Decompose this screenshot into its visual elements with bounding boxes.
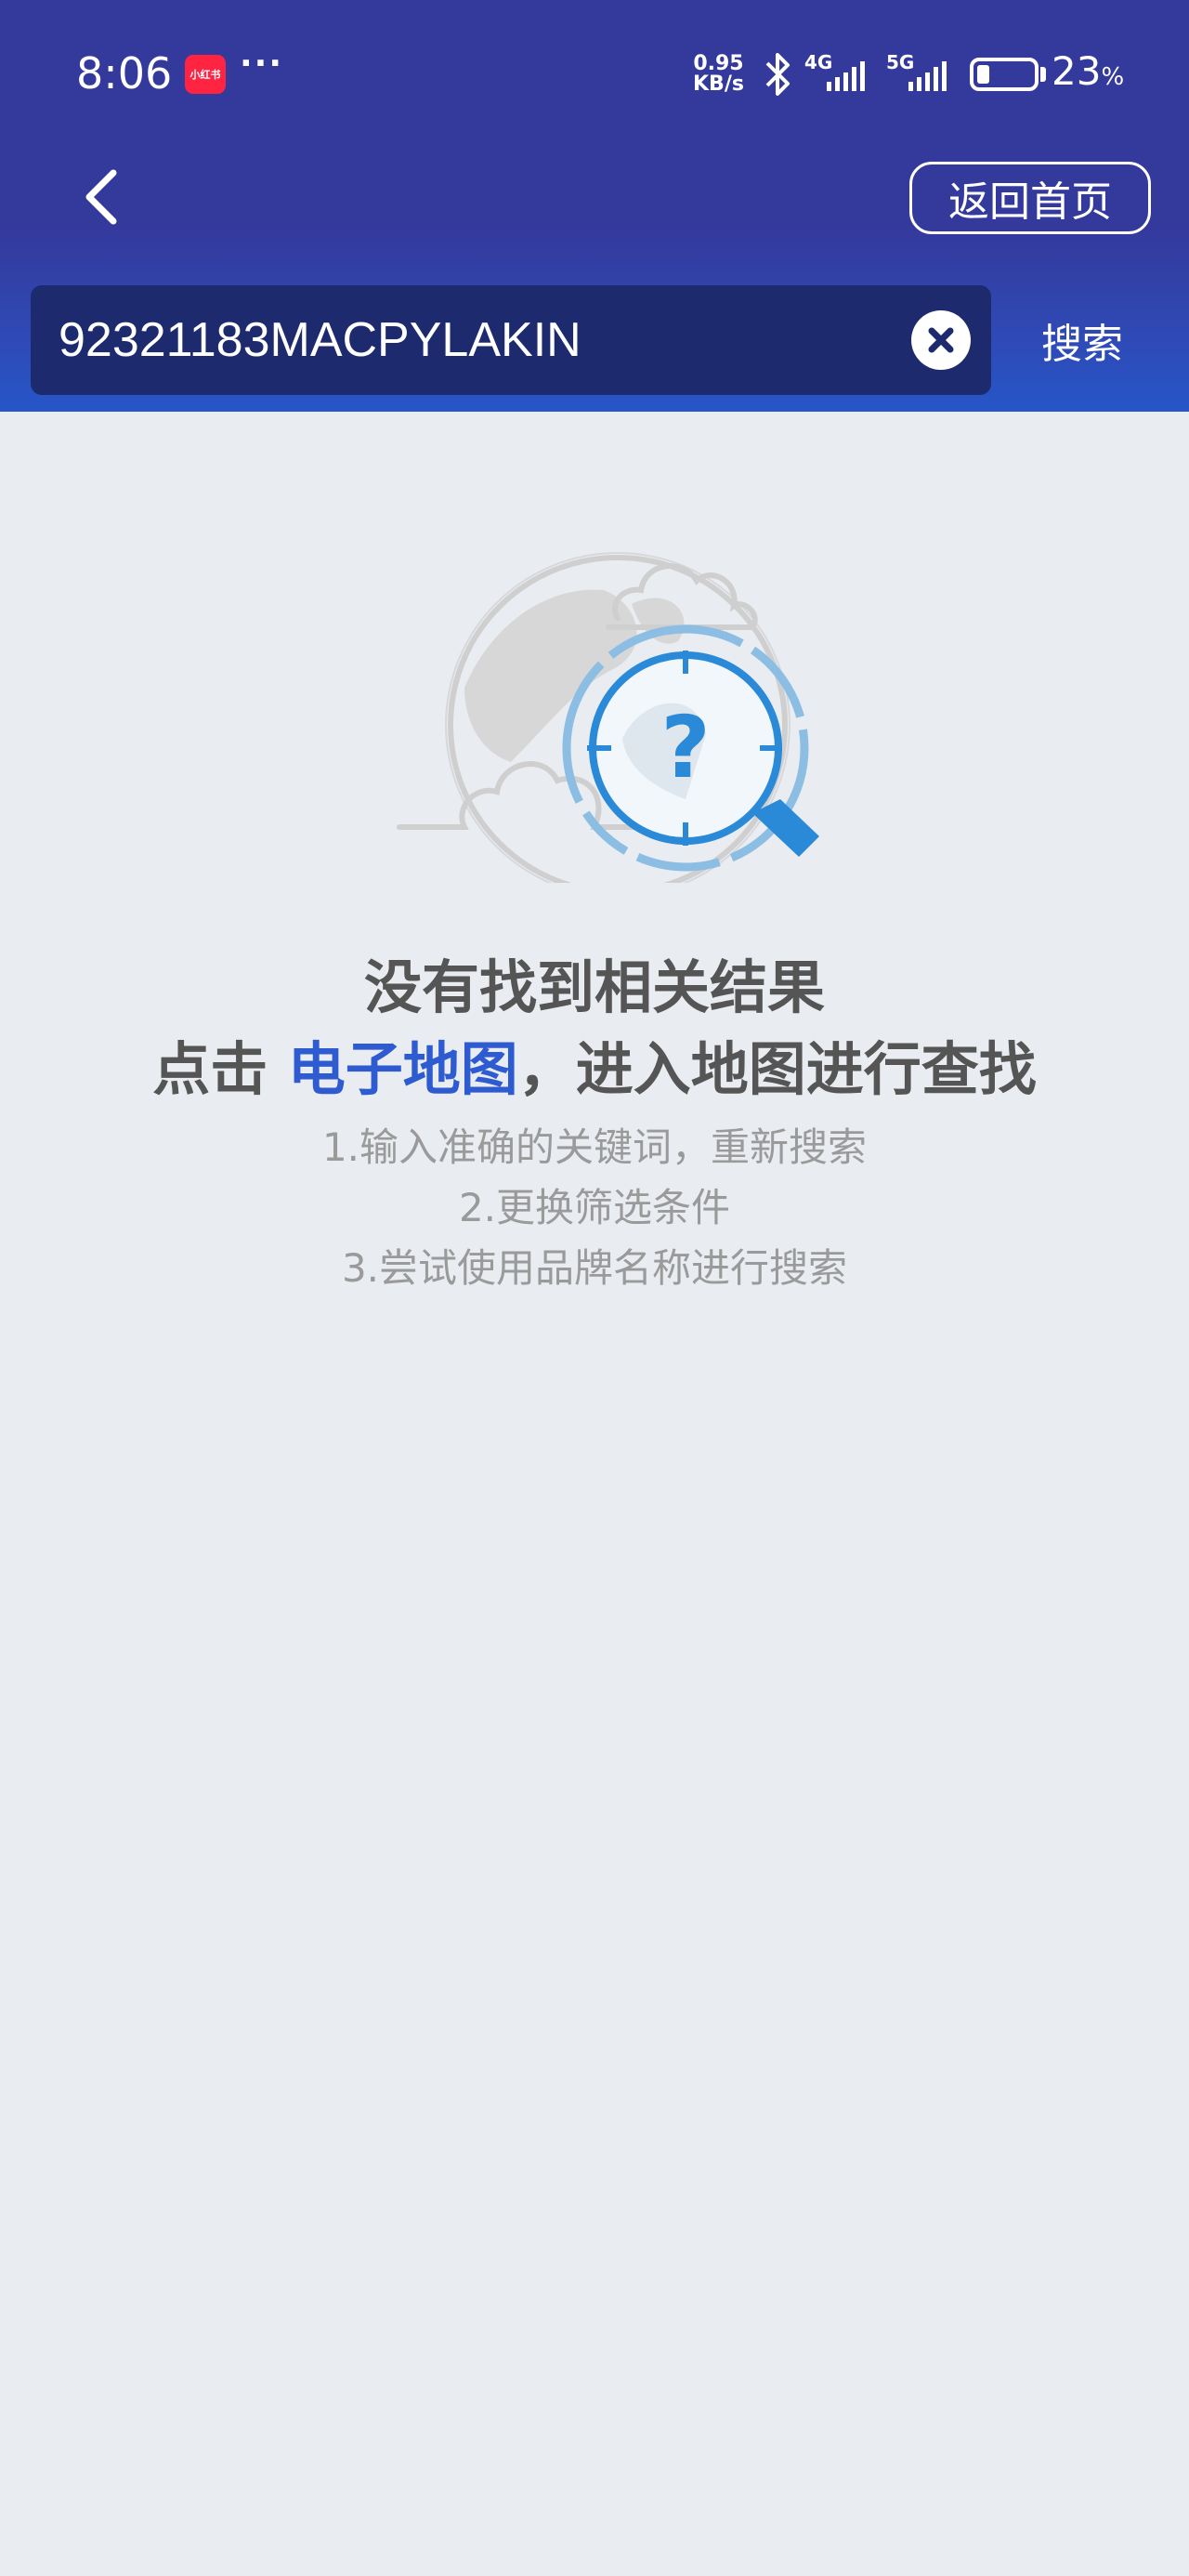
globe-magnifier-question-icon: ? [397,552,819,883]
search-input[interactable] [59,285,913,395]
tip-item: 3.尝试使用品牌名称进行搜索 [341,1245,848,1291]
tip-item: 1.输入准确的关键词，重新搜索 [321,1124,868,1170]
search-button[interactable]: 搜索 [1022,285,1143,395]
status-bar: 8:06 小红书 ··· 0.95 KB/s 4G 5G 23% [0,0,1189,149]
electronic-map-link[interactable]: 电子地图 [288,1035,518,1103]
close-icon [928,327,954,353]
status-time: 8:06 [76,48,173,99]
signal-5g-icon: 5G [886,52,947,91]
home-button[interactable]: 返回首页 [909,162,1151,234]
clear-search-button[interactable] [911,310,971,370]
hint-suffix: ，进入地图进行查找 [517,1035,1037,1103]
app-notification-icon: 小红书 [185,55,226,94]
network-speed-value: 0.95 [693,52,744,75]
more-notifications-icon: ··· [240,45,284,83]
signal-4g-icon: 4G [804,52,865,91]
empty-state-title: 没有找到相关结果 [363,953,825,1021]
network-speed-unit: KB/s [693,72,744,96]
svg-text:?: ? [660,698,710,797]
battery-percent: 23% [1052,48,1124,94]
battery-level [977,65,990,84]
battery-percent-value: 23 [1052,48,1102,94]
signal-5g-label: 5G [886,52,914,73]
battery-icon [970,58,1039,91]
network-speed: 0.95 KB/s [693,54,744,95]
signal-4g-label: 4G [804,52,832,73]
chevron-left-icon [85,169,117,225]
empty-state-tips: 1.输入准确的关键词，重新搜索 2.更换筛选条件 3.尝试使用品牌名称进行搜索 [0,1117,1189,1298]
search-box [31,285,991,395]
hint-prefix: 点击 [152,1035,288,1103]
battery-tip [1040,67,1046,82]
empty-state-hint: 点击 电子地图，进入地图进行查找 [0,1022,1189,1106]
back-button[interactable] [72,160,132,234]
battery-percent-unit: % [1101,63,1125,91]
bluetooth-icon [765,53,790,96]
header: 8:06 小红书 ··· 0.95 KB/s 4G 5G 23% 返回首页 92… [0,0,1189,412]
tip-item: 2.更换筛选条件 [458,1185,731,1230]
